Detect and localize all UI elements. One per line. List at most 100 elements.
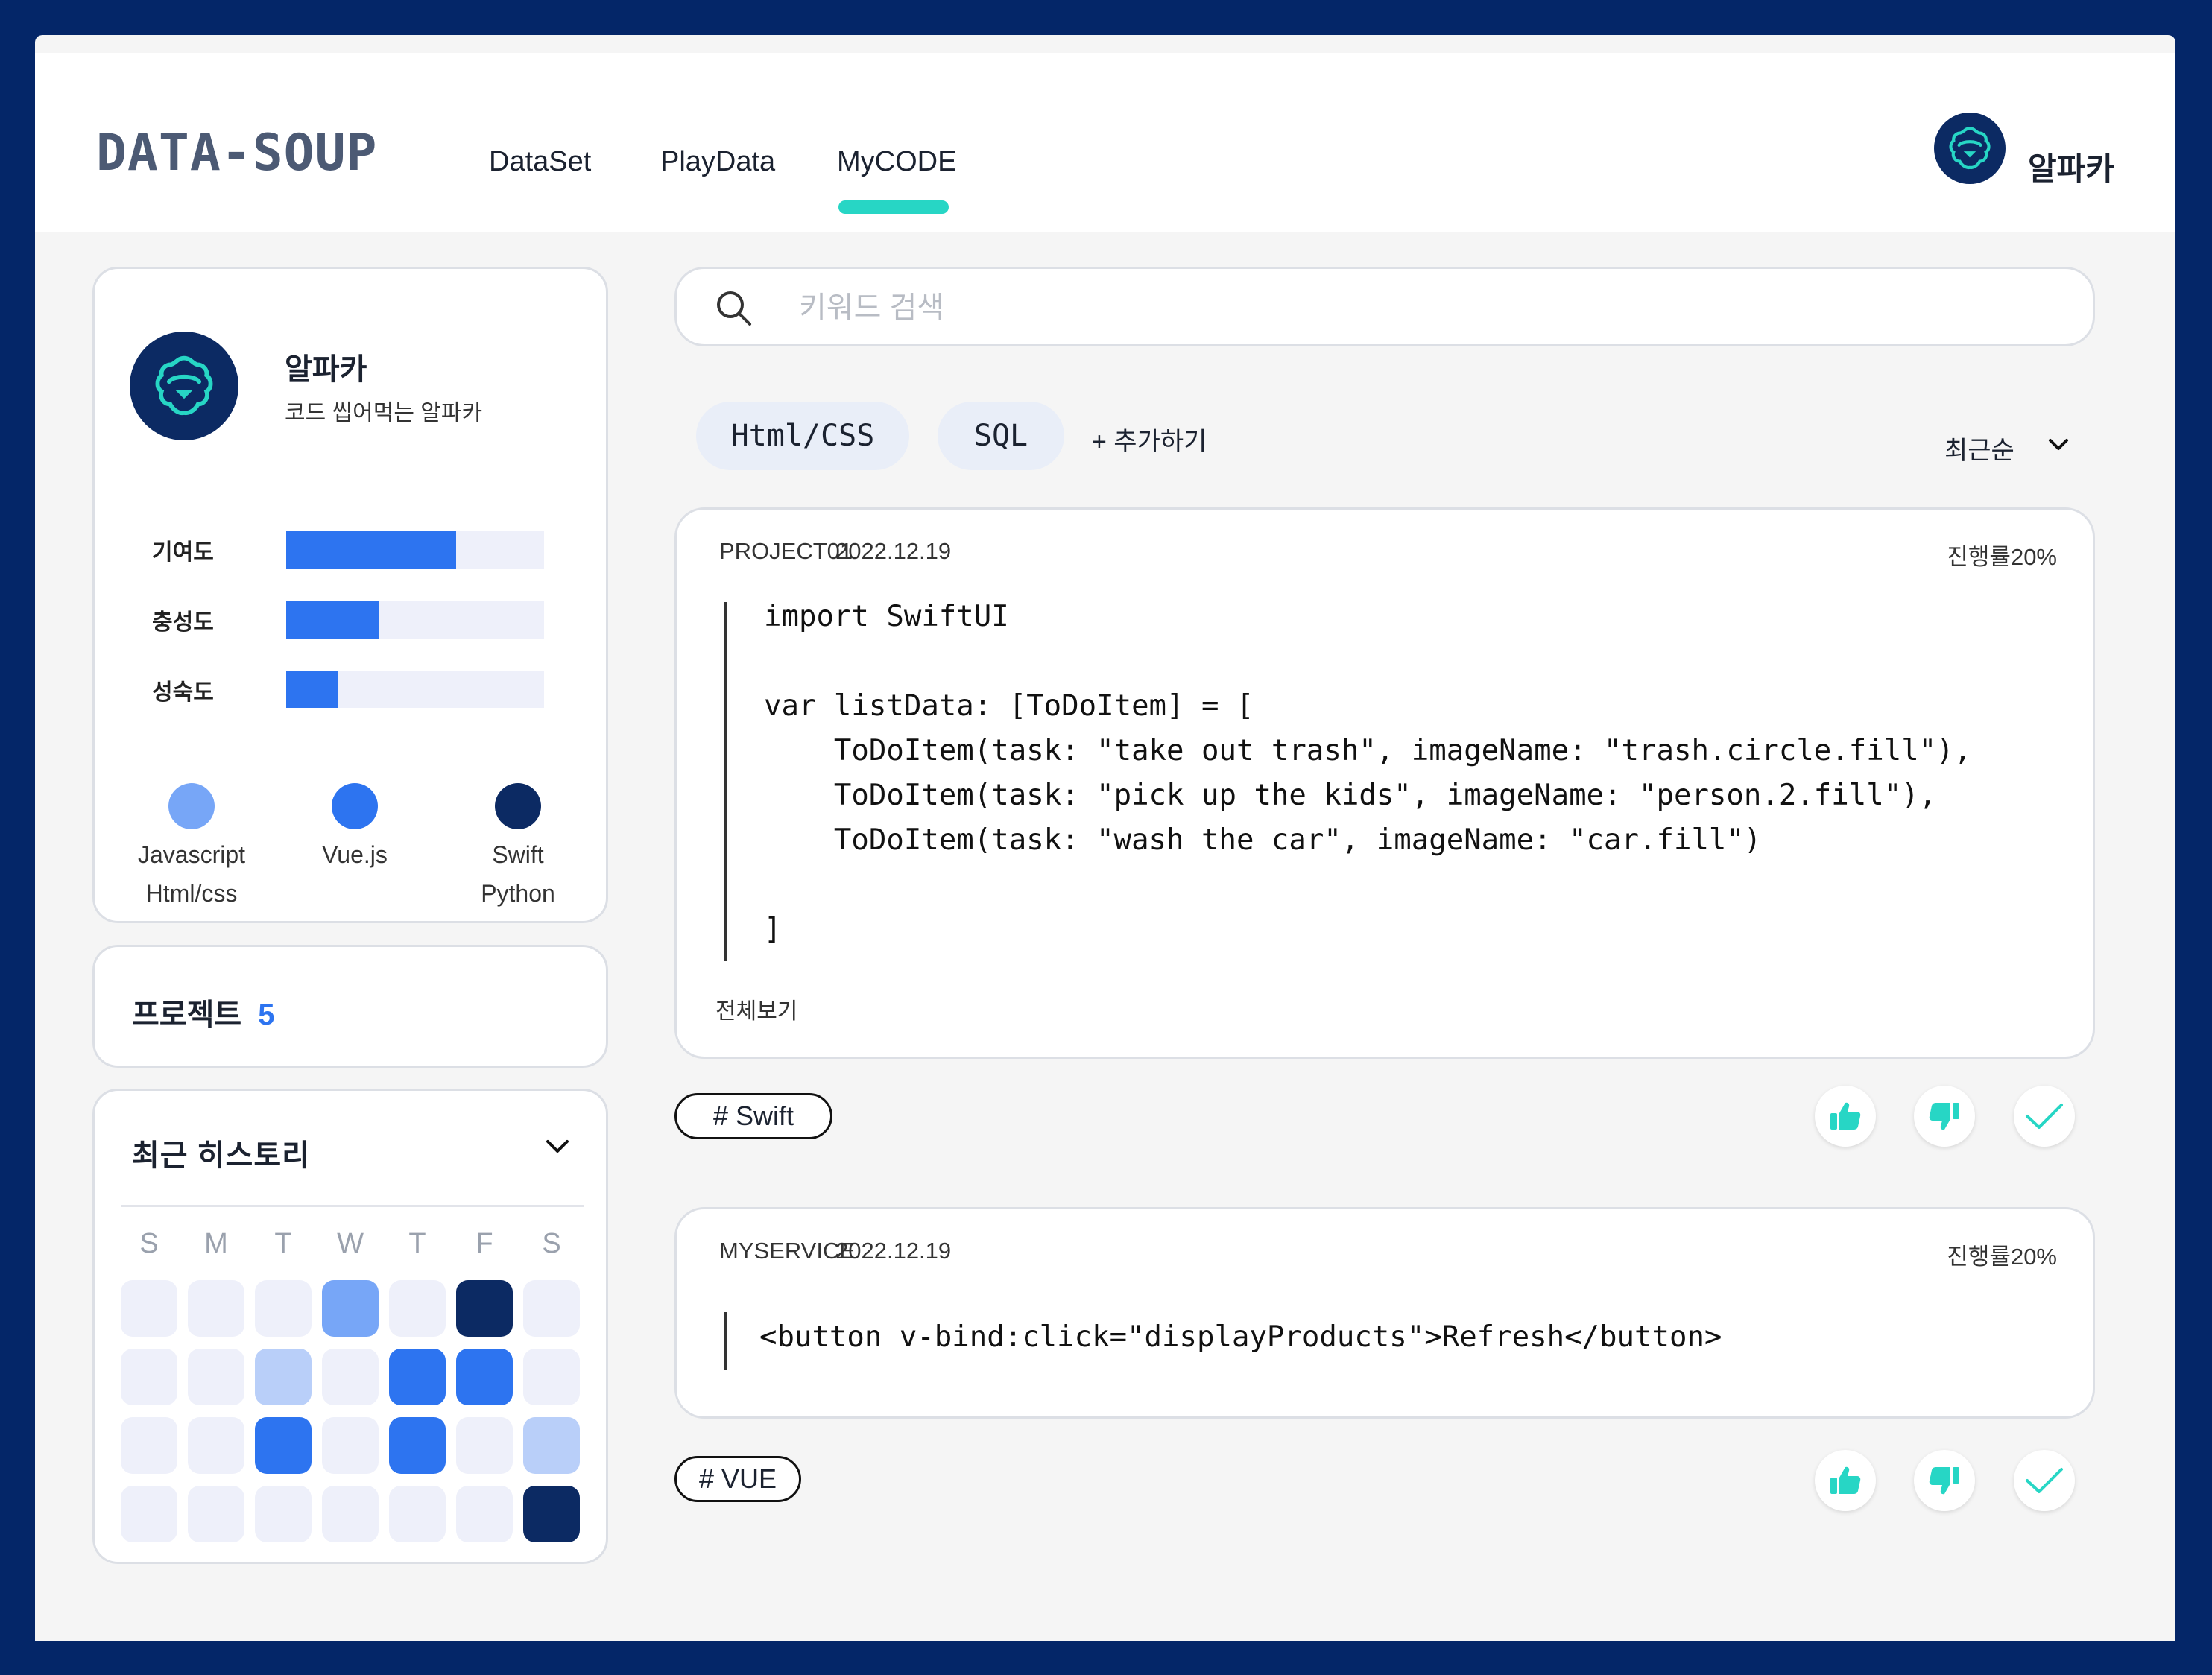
dislike-button[interactable]	[1914, 1450, 1975, 1511]
calendar-day-cell[interactable]	[523, 1349, 580, 1405]
calendar-day-header: T	[408, 1228, 426, 1259]
user-avatar[interactable]	[1934, 113, 2006, 184]
calendar-day-header: S	[542, 1228, 561, 1259]
check-button[interactable]	[2014, 1450, 2075, 1511]
project-count: 5	[258, 998, 275, 1031]
alpaca-icon	[155, 355, 213, 416]
stat-bar-maturity	[286, 671, 544, 708]
calendar-day-cell[interactable]	[456, 1417, 513, 1474]
calendar-day-cell[interactable]	[121, 1349, 177, 1405]
user-name[interactable]: 알파카	[2028, 144, 2114, 189]
active-nav-indicator	[838, 200, 949, 214]
code-card-progress: 진행률20%	[1947, 1244, 2057, 1270]
stat-fill	[286, 671, 338, 708]
thumbs-down-icon	[1929, 1467, 1959, 1495]
calendar-day-cell[interactable]	[456, 1280, 513, 1337]
profile-avatar	[130, 332, 238, 440]
calendar-day-cell[interactable]	[389, 1280, 446, 1337]
calendar-day-cell[interactable]	[255, 1280, 312, 1337]
chevron-down-icon[interactable]	[2047, 437, 2070, 452]
calendar-day-cell[interactable]	[121, 1417, 177, 1474]
filter-tag-html-css[interactable]: Html/CSS	[696, 402, 909, 470]
app-frame: DATA-SOUP DataSet PlayData MyCODE 알파카 알파…	[35, 35, 2175, 1641]
calendar-day-cell[interactable]	[456, 1486, 513, 1542]
stat-bar-contribution	[286, 531, 544, 569]
logo[interactable]: DATA-SOUP	[96, 124, 377, 183]
calendar-day-cell[interactable]	[255, 1417, 312, 1474]
hashtag-swift[interactable]: # Swift	[674, 1093, 832, 1139]
check-icon	[2026, 1468, 2063, 1493]
calendar-day-cell[interactable]	[121, 1280, 177, 1337]
nav-dataset[interactable]: DataSet	[489, 146, 591, 178]
search-bar	[674, 267, 2095, 346]
skill-dot-javascript	[168, 783, 215, 829]
calendar-day-cell[interactable]	[389, 1417, 446, 1474]
code-card-date: 2022.12.19	[835, 538, 952, 564]
calendar-day-cell[interactable]	[523, 1417, 580, 1474]
calendar-day-cell[interactable]	[456, 1349, 513, 1405]
calendar-day-cell[interactable]	[188, 1349, 244, 1405]
calendar-day-cell[interactable]	[322, 1349, 379, 1405]
search-icon[interactable]	[714, 288, 754, 329]
code-card[interactable]: PROJECT01 2022.12.19 진행률20% import Swift…	[674, 507, 2095, 1059]
project-count-label: 프로젝트 5	[132, 998, 275, 1031]
skill-label-javascript: Javascript Html/css	[137, 841, 246, 907]
chevron-down-icon[interactable]	[545, 1139, 570, 1155]
code-snippet: import SwiftUI var listData: [ToDoItem] …	[764, 600, 1972, 946]
calendar-day-header: M	[204, 1228, 228, 1259]
check-button[interactable]	[2014, 1086, 2075, 1147]
profile-name: 알파카	[285, 353, 367, 386]
calendar-day-cell[interactable]	[389, 1486, 446, 1542]
code-quote-bar	[724, 602, 727, 961]
history-card: 최근 히스토리 S M T W T F S	[92, 1089, 608, 1564]
search-input[interactable]	[799, 285, 1991, 330]
view-all-link[interactable]: 전체보기	[715, 992, 797, 1025]
like-button[interactable]	[1815, 1450, 1876, 1511]
thumbs-down-icon	[1929, 1103, 1959, 1130]
divider	[121, 1205, 584, 1207]
calendar-day-cell[interactable]	[188, 1486, 244, 1542]
history-title: 최근 히스토리	[132, 1139, 310, 1172]
calendar-day-cell[interactable]	[523, 1486, 580, 1542]
thumbs-up-icon	[1830, 1102, 1861, 1130]
calendar-day-cell[interactable]	[188, 1280, 244, 1337]
calendar-day-cell[interactable]	[322, 1280, 379, 1337]
code-card-title: PROJECT01	[719, 538, 853, 564]
profile-card: 알파카 코드 씹어먹는 알파카 기여도 충성도 성숙도 Javascript Ht…	[92, 267, 608, 923]
sort-select[interactable]: 최근순	[1944, 430, 2014, 466]
calendar-day-cell[interactable]	[121, 1486, 177, 1542]
dislike-button[interactable]	[1914, 1086, 1975, 1147]
nav-playdata[interactable]: PlayData	[660, 146, 775, 178]
header: DATA-SOUP DataSet PlayData MyCODE 알파카	[35, 53, 2175, 232]
profile-description: 코드 씹어먹는 알파카	[285, 401, 483, 425]
skill-dot-vue	[332, 783, 378, 829]
calendar-day-cell[interactable]	[523, 1280, 580, 1337]
calendar-day-header: T	[274, 1228, 292, 1259]
stat-bar-loyalty	[286, 601, 544, 639]
thumbs-up-icon	[1830, 1466, 1861, 1494]
check-icon	[2026, 1104, 2063, 1129]
stat-fill	[286, 601, 379, 639]
stat-label-contribution: 기여도	[152, 540, 214, 565]
calendar-day-header: F	[475, 1228, 493, 1259]
filter-tag-sql[interactable]: SQL	[938, 402, 1064, 470]
add-tag-button[interactable]: + 추가하기	[1092, 421, 1207, 457]
alpaca-icon	[1949, 127, 1991, 170]
calendar-day-cell[interactable]	[322, 1417, 379, 1474]
calendar-day-header: S	[139, 1228, 159, 1259]
calendar-day-cell[interactable]	[322, 1486, 379, 1542]
like-button[interactable]	[1815, 1086, 1876, 1147]
calendar-day-cell[interactable]	[188, 1417, 244, 1474]
nav-mycode[interactable]: MyCODE	[837, 146, 956, 178]
calendar-day-cell[interactable]	[255, 1486, 312, 1542]
project-count-card[interactable]: 프로젝트 5	[92, 945, 608, 1068]
calendar-day-cell[interactable]	[255, 1349, 312, 1405]
code-card[interactable]: MYSERVICE 2022.12.19 진행률20% <button v-bi…	[674, 1207, 2095, 1419]
calendar-day-cell[interactable]	[389, 1349, 446, 1405]
skill-label-vue: Vue.js	[322, 841, 388, 868]
stat-label-loyalty: 충성도	[152, 610, 214, 635]
hashtag-vue[interactable]: # VUE	[674, 1456, 801, 1502]
stat-fill	[286, 531, 457, 569]
code-card-title: MYSERVICE	[719, 1238, 856, 1264]
calendar-day-header: W	[337, 1228, 364, 1259]
